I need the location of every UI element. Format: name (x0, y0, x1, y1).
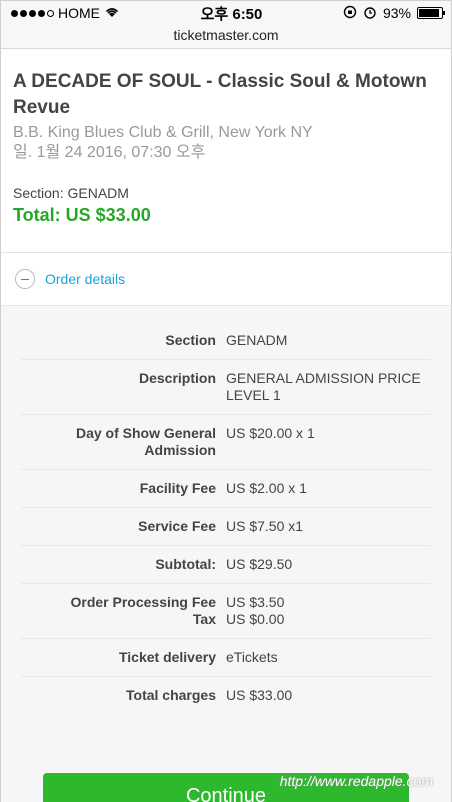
detail-row-fees-tax: Order Processing Fee Tax US $3.50 US $0.… (21, 584, 431, 639)
address-bar[interactable]: ticketmaster.com (1, 25, 451, 49)
section-info: Section: GENADM (13, 185, 129, 201)
event-title: A DECADE OF SOUL - Classic Soul & Motown… (13, 71, 427, 118)
battery-icon (416, 7, 445, 19)
detail-row-subtotal: Subtotal: US $29.50 (21, 546, 431, 584)
detail-value: GENERAL ADMISSION PRICE LEVEL 1 (226, 370, 421, 403)
detail-value: US $33.00 (226, 687, 293, 703)
carrier-label: HOME (58, 5, 100, 21)
detail-row-description: Description GENERAL ADMISSION PRICE LEVE… (21, 360, 431, 415)
order-details-panel: Section GENADM Description GENERAL ADMIS… (1, 305, 451, 802)
detail-row-facility-fee: Facility Fee US $2.00 x 1 (21, 470, 431, 508)
detail-label: Tax (192, 611, 216, 627)
detail-value: US $7.50 x1 (226, 518, 304, 534)
wifi-icon (104, 5, 120, 21)
detail-label: Ticket delivery (118, 649, 216, 665)
rotation-lock-icon (343, 5, 357, 22)
battery-percentage: 93% (382, 5, 411, 21)
detail-label: Description (138, 370, 216, 386)
alarm-icon (363, 5, 377, 22)
total-price: Total: US $33.00 (13, 205, 151, 225)
detail-value: US $2.00 x 1 (226, 480, 307, 496)
detail-label: Order Processing Fee (70, 594, 216, 610)
detail-row-section: Section GENADM (21, 322, 431, 360)
detail-value: US $3.50 (226, 594, 285, 610)
detail-label: Total charges (126, 687, 216, 703)
detail-value: US $20.00 x 1 (226, 425, 315, 441)
detail-label: Service Fee (138, 518, 216, 534)
event-venue: B.B. King Blues Club & Grill, New York N… (13, 124, 313, 141)
detail-value: US $29.50 (226, 556, 293, 572)
event-summary: A DECADE OF SOUL - Classic Soul & Motown… (1, 49, 451, 226)
detail-row-service-fee: Service Fee US $7.50 x1 (21, 508, 431, 546)
signal-strength-icon (11, 9, 54, 17)
detail-row-ticket: Day of Show General Admission US $20.00 … (21, 415, 431, 470)
detail-label: Day of Show General Admission (75, 425, 216, 458)
detail-label: Subtotal: (155, 556, 216, 572)
detail-value: US $0.00 (226, 611, 285, 627)
detail-row-total-charges: Total charges US $33.00 (21, 677, 431, 714)
detail-label: Section (165, 332, 216, 348)
order-details-label: Order details (45, 271, 126, 287)
detail-value: eTickets (226, 649, 278, 665)
detail-label: Facility Fee (139, 480, 216, 496)
event-date: 일. 1월 24 2016, 07:30 오후 (13, 144, 206, 161)
detail-value: GENADM (226, 332, 288, 348)
order-details-toggle[interactable]: Order details (1, 253, 451, 305)
watermark: http://www.redapple.com (279, 773, 433, 789)
collapse-icon (15, 269, 35, 289)
status-bar: HOME 오후 6:50 93% (1, 1, 451, 25)
detail-row-delivery: Ticket delivery eTickets (21, 639, 431, 677)
clock: 오후 6:50 (200, 5, 263, 23)
